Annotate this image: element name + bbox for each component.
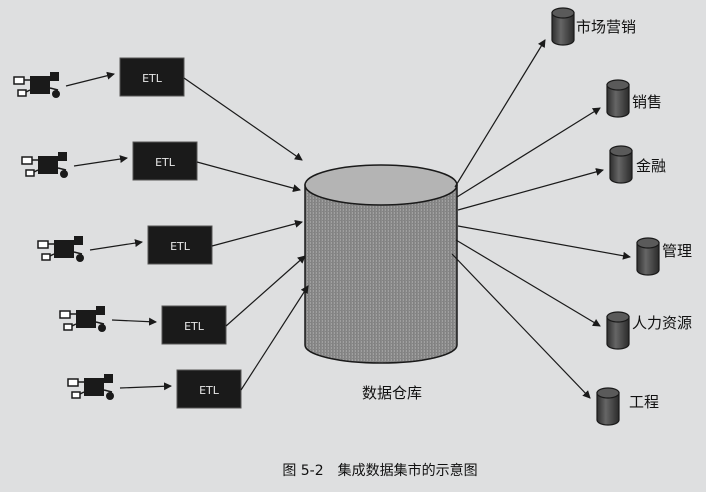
etl-to-warehouse-arrow [196, 161, 301, 193]
source-system-icon [67, 374, 114, 400]
source-system-icon [13, 72, 60, 98]
source-system-icon [59, 306, 106, 332]
data-mart-cylinder [609, 145, 633, 184]
data-mart-cylinder [551, 7, 575, 46]
source-to-etl-arrow [111, 317, 157, 326]
etl-label: ETL [170, 240, 191, 253]
source-3: ETL [37, 219, 303, 265]
source-system-icon [37, 236, 84, 262]
warehouse-to-mart-arrow [451, 253, 591, 399]
source-2: ETL [21, 141, 301, 193]
data-mart-label: 销售 [632, 93, 662, 111]
warehouse-to-mart-arrow [455, 239, 601, 327]
figure-caption: 图 5-2 集成数据集市的示意图 [282, 462, 477, 479]
warehouse-to-mart-arrow [454, 39, 546, 188]
etl-to-warehouse-arrow [183, 77, 303, 161]
source-4: ETL [59, 255, 306, 345]
data-mart-label: 市场营销 [576, 18, 636, 36]
etl-to-warehouse-arrow [240, 285, 309, 391]
data-mart-cylinder [596, 387, 620, 426]
warehouse-to-mart-arrow [456, 107, 601, 198]
etl-label: ETL [184, 320, 205, 333]
data-warehouse-label: 数据仓库 [362, 384, 422, 402]
etl-label: ETL [142, 72, 163, 85]
data-mart-label: 工程 [629, 393, 659, 411]
data-warehouse-cylinder [304, 164, 458, 364]
warehouse-to-mart-arrow [457, 168, 604, 211]
etl-to-warehouse-arrow [211, 219, 303, 247]
data-mart-label: 金融 [636, 157, 666, 175]
data-mart-cylinder [606, 79, 630, 118]
data-mart-3: 金融 [457, 145, 666, 211]
source-to-etl-arrow [89, 239, 143, 251]
source-5: ETL [67, 285, 309, 409]
source-to-etl-arrow [65, 71, 115, 87]
source-system-icon [21, 152, 68, 178]
diagram-canvas: 数据仓库 ETL ETL ETL ETL ETL 市场营销销售金融管理人力资源工程 图 … [0, 0, 706, 488]
data-mart-label: 管理 [662, 242, 692, 260]
source-to-etl-arrow [119, 382, 172, 391]
data-mart-4: 管理 [457, 225, 692, 276]
etl-label: ETL [155, 156, 176, 169]
data-mart-cylinder [606, 311, 630, 350]
etl-to-warehouse-arrow [225, 255, 306, 327]
source-to-etl-arrow [73, 155, 128, 167]
warehouse-to-mart-arrow [457, 225, 631, 260]
data-mart-diagram: 数据仓库 ETL ETL ETL ETL ETL 市场营销销售金融管理人力资源工程 图 … [13, 7, 692, 479]
data-mart-cylinder [636, 237, 660, 276]
data-mart-label: 人力资源 [632, 314, 692, 332]
etl-label: ETL [199, 384, 220, 397]
